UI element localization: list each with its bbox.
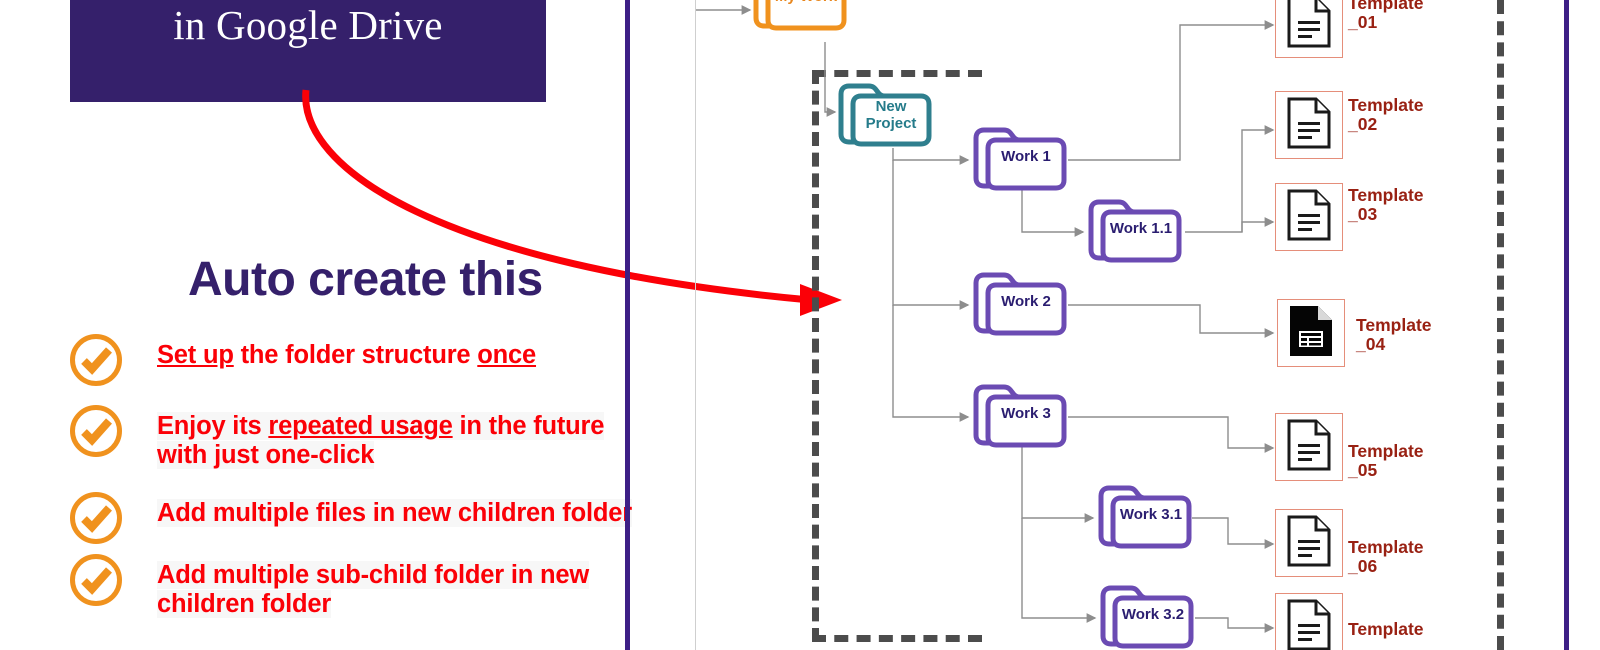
doc-icon <box>1286 599 1332 650</box>
folder-work-3-2[interactable]: Work 3.2 <box>1097 580 1197 650</box>
template-05-label: Template _05 <box>1348 441 1424 480</box>
doc-icon <box>1286 0 1332 53</box>
template-01-tile[interactable] <box>1275 0 1343 58</box>
template-02-tile[interactable] <box>1275 91 1343 159</box>
template-03-tile[interactable] <box>1275 183 1343 251</box>
doc-icon <box>1286 189 1332 246</box>
template-02-label: Template _02 <box>1348 95 1424 134</box>
slide-canvas: in Google Drive Auto create this Set up … <box>0 0 1600 650</box>
folder-work-3[interactable]: Work 3 <box>970 379 1070 451</box>
folder-new-project[interactable]: New Project <box>835 78 935 150</box>
folder-work-3-1[interactable]: Work 3.1 <box>1095 480 1195 552</box>
doc-icon <box>1286 97 1332 154</box>
template-05-tile[interactable] <box>1275 413 1343 481</box>
folder-work-2[interactable]: Work 2 <box>970 267 1070 339</box>
sheet-icon <box>1288 305 1334 362</box>
template-01-label: Template _01 <box>1348 0 1424 32</box>
folder-work-1-1[interactable]: Work 1.1 <box>1085 194 1185 266</box>
template-04-label: Template _04 <box>1356 315 1432 354</box>
template-04-tile[interactable] <box>1277 299 1345 367</box>
template-07-tile[interactable] <box>1275 593 1343 650</box>
folder-work-1[interactable]: Work 1 <box>970 122 1070 194</box>
template-07-label: Template <box>1348 619 1424 639</box>
doc-icon <box>1286 419 1332 476</box>
doc-icon <box>1286 515 1332 572</box>
template-03-label: Template _03 <box>1348 185 1424 224</box>
folder-my-work[interactable]: My Work <box>750 0 850 34</box>
template-06-label: Template _06 <box>1348 537 1424 576</box>
template-06-tile[interactable] <box>1275 509 1343 577</box>
